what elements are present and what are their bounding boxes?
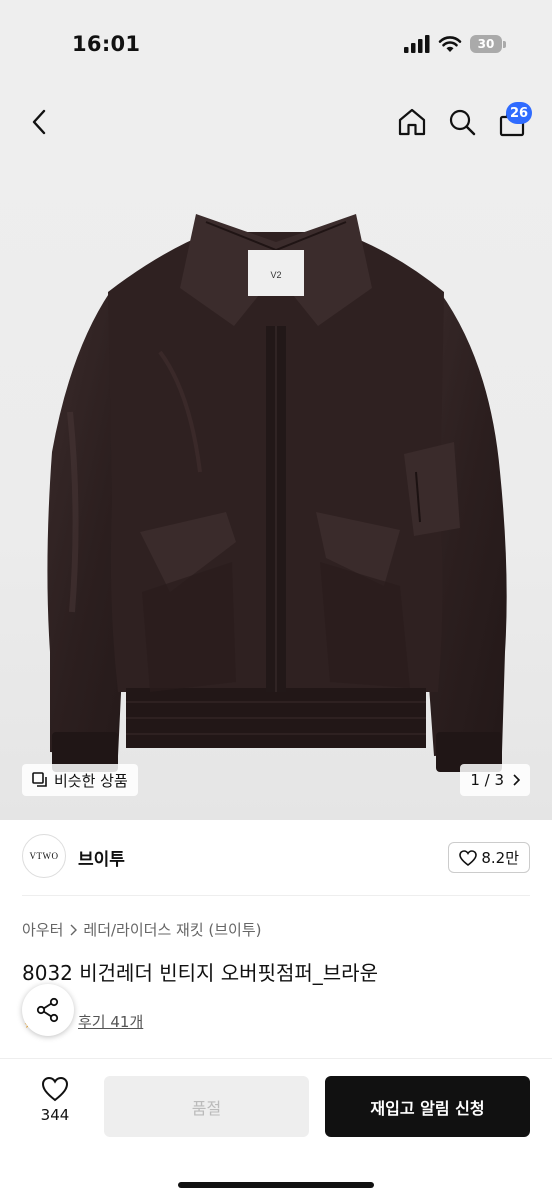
brand-name[interactable]: 브이투 bbox=[78, 845, 125, 870]
page-counter-text: 1 / 3 bbox=[470, 771, 504, 789]
cart-count-badge: 26 bbox=[506, 102, 533, 124]
similar-items-label: 비슷한 상품 bbox=[54, 771, 128, 790]
share-icon bbox=[36, 997, 59, 1023]
jacket-image: V2 bbox=[47, 214, 507, 772]
similar-items-button[interactable]: 비슷한 상품 bbox=[22, 764, 138, 796]
product-title: 8032 비건레더 빈티지 오버핏점퍼_브라운 bbox=[22, 961, 378, 985]
soldout-button: 품절 bbox=[104, 1076, 309, 1137]
brand-like-button[interactable]: 8.2만 bbox=[448, 842, 530, 873]
breadcrumb: 아우터 레더/라이더스 재킷 (브이투) bbox=[22, 919, 262, 940]
status-indicators: 30 bbox=[404, 35, 506, 53]
heart-icon bbox=[41, 1076, 69, 1102]
back-arrow-icon bbox=[32, 109, 46, 135]
divider bbox=[22, 895, 530, 896]
breadcrumb-item-outer[interactable]: 아우터 bbox=[22, 919, 63, 940]
heart-icon bbox=[459, 849, 478, 866]
wifi-icon bbox=[438, 36, 462, 52]
battery-level: 30 bbox=[470, 35, 502, 53]
home-indicator bbox=[178, 1182, 374, 1188]
share-button[interactable] bbox=[22, 984, 74, 1036]
battery-icon: 30 bbox=[470, 35, 506, 53]
chevron-right-icon bbox=[513, 774, 520, 786]
brand-logo-text: VTWO bbox=[29, 851, 59, 861]
back-button[interactable] bbox=[22, 104, 58, 140]
brand-logo[interactable]: VTWO bbox=[22, 834, 66, 878]
home-button[interactable] bbox=[394, 104, 430, 140]
status-time: 16:01 bbox=[72, 32, 141, 56]
status-bar: 16:01 30 bbox=[0, 0, 552, 92]
search-button[interactable] bbox=[444, 104, 480, 140]
image-page-counter: 1 / 3 bbox=[460, 764, 530, 796]
home-icon bbox=[398, 108, 426, 136]
breadcrumb-item-category[interactable]: 레더/라이더스 재킷 (브이투) bbox=[83, 919, 261, 940]
chevron-right-icon bbox=[70, 924, 78, 935]
similar-items-icon bbox=[32, 772, 47, 787]
restock-alert-button[interactable]: 재입고 알림 신청 bbox=[325, 1076, 530, 1137]
wishlist-count: 344 bbox=[40, 1106, 70, 1124]
signal-icon bbox=[404, 35, 430, 53]
review-link[interactable]: 후기 41개 bbox=[78, 1011, 143, 1032]
wishlist-button[interactable]: 344 bbox=[26, 1076, 84, 1136]
svg-text:V2: V2 bbox=[270, 270, 281, 280]
search-icon bbox=[449, 109, 476, 136]
brand-like-count: 8.2만 bbox=[481, 849, 519, 867]
